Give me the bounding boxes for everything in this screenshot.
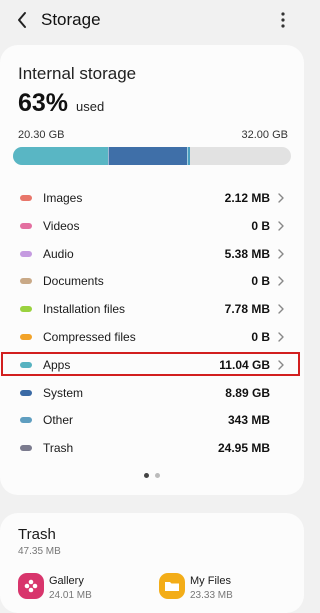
category-color-dot <box>20 250 32 257</box>
category-size: 2.12 MB <box>224 191 270 205</box>
category-row-installation-files[interactable]: Installation files 7.78 MB <box>0 295 304 323</box>
total-amount: 32.00 GB <box>241 129 288 141</box>
category-size: 343 MB <box>227 413 270 428</box>
trash-app-name: Gallery <box>49 575 84 587</box>
usage-summary: 63% used <box>18 89 104 118</box>
chevron-right-icon <box>276 220 286 232</box>
chevron-right-icon <box>276 331 286 343</box>
category-size: 8.89 GB <box>225 385 270 400</box>
category-row-images[interactable]: Images 2.12 MB <box>0 184 304 212</box>
trash-app-size: 23.33 MB <box>190 590 233 601</box>
category-label: System <box>43 385 84 400</box>
trash-app-name: My Files <box>190 575 231 587</box>
category-row-system[interactable]: System 8.89 GB <box>0 379 304 407</box>
category-size: 5.38 MB <box>224 246 270 261</box>
category-label: Compressed files <box>43 329 136 344</box>
page-dot <box>144 473 149 478</box>
category-row-audio[interactable]: Audio 5.38 MB <box>0 240 304 268</box>
category-row-apps[interactable]: Apps 11.04 GB <box>0 351 304 379</box>
page-indicator <box>0 473 304 478</box>
category-row-trash[interactable]: Trash 24.95 MB <box>0 434 304 462</box>
trash-app-my-files[interactable]: My Files 23.33 MB <box>159 573 279 603</box>
app-bar: Storage <box>0 0 304 40</box>
category-size: 0 B <box>251 274 270 289</box>
chevron-left-icon <box>18 12 26 28</box>
category-row-other[interactable]: Other 343 MB <box>0 406 304 434</box>
usage-bar-segment <box>13 147 109 165</box>
category-list: Images 2.12 MB Videos 0 B Audio 5.38 MB Docume… <box>0 184 304 462</box>
folder-icon <box>159 573 185 599</box>
storage-usage-bar <box>13 147 291 165</box>
chevron-right-icon <box>276 359 286 371</box>
page-dot <box>155 473 160 478</box>
category-row-compressed-files[interactable]: Compressed files 0 B <box>0 323 304 351</box>
category-row-documents[interactable]: Documents 0 B <box>0 267 304 295</box>
usage-bar-segment <box>187 147 191 165</box>
category-size: 24.95 MB <box>217 441 270 456</box>
category-size: 0 B <box>251 329 270 344</box>
category-size: 0 B <box>251 218 270 233</box>
page-title: Storage <box>41 10 101 29</box>
category-color-dot <box>20 306 32 313</box>
usage-bar-segment <box>108 147 188 165</box>
internal-storage-card: Internal storage 63% used 20.30 GB 32.00… <box>0 45 304 495</box>
category-color-dot <box>20 278 32 285</box>
category-label: Audio <box>43 246 74 261</box>
category-label: Documents <box>43 274 104 289</box>
category-color-dot <box>20 361 32 368</box>
chevron-right-icon <box>276 192 286 204</box>
category-color-dot <box>20 389 32 396</box>
trash-size: 47.35 MB <box>18 546 61 557</box>
usage-percent: 63% <box>18 89 69 117</box>
category-color-dot <box>20 222 32 229</box>
category-label: Trash <box>43 441 74 456</box>
category-color-dot <box>20 333 32 340</box>
more-options-button[interactable] <box>278 10 288 30</box>
back-button[interactable] <box>12 10 32 30</box>
category-color-dot <box>20 417 32 424</box>
trash-card: Trash 47.35 MB Gallery 24.01 MB My Files… <box>0 513 304 613</box>
usage-used-label: used <box>76 99 105 114</box>
trash-app-gallery[interactable]: Gallery 24.01 MB <box>18 573 138 603</box>
trash-app-size: 24.01 MB <box>49 590 92 601</box>
category-row-videos[interactable]: Videos 0 B <box>0 212 304 240</box>
category-color-dot <box>20 195 32 201</box>
chevron-right-icon <box>276 248 286 260</box>
chevron-right-icon <box>276 275 286 287</box>
category-label: Other <box>43 413 74 428</box>
more-vertical-icon <box>281 12 285 28</box>
category-size: 11.04 GB <box>219 357 270 372</box>
category-label: Images <box>43 191 83 205</box>
trash-title: Trash <box>18 526 56 543</box>
category-size: 7.78 MB <box>224 302 270 317</box>
category-label: Installation files <box>43 302 126 317</box>
chevron-right-icon <box>276 303 286 315</box>
category-label: Videos <box>43 218 80 233</box>
category-color-dot <box>20 445 32 452</box>
gallery-icon <box>18 573 44 599</box>
internal-storage-heading: Internal storage <box>18 64 137 83</box>
used-amount: 20.30 GB <box>18 129 65 141</box>
category-label: Apps <box>43 357 71 372</box>
